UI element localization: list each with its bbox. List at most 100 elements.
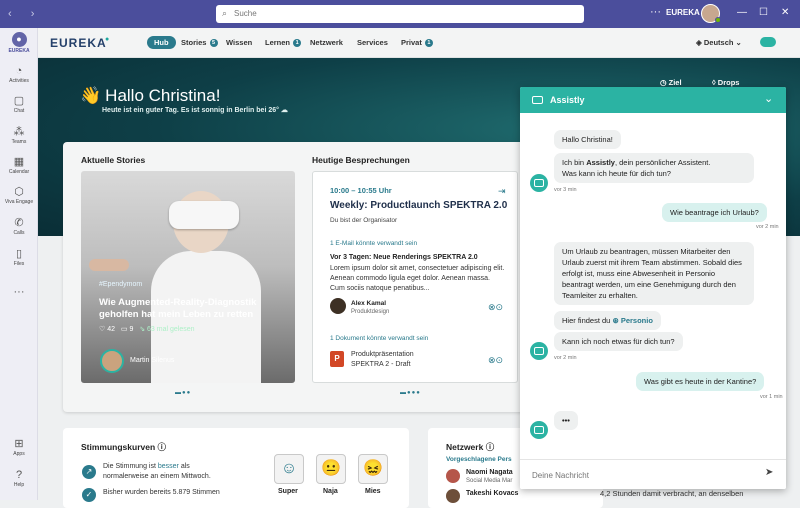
- language-selector[interactable]: ◈ Deutsch ⌄: [696, 38, 742, 47]
- mail-title[interactable]: Vor 3 Tagen: Neue Renderings SPEKTRA 2.0: [330, 254, 478, 261]
- vr-headset-image: [169, 201, 239, 229]
- rail-item-more[interactable]: ···: [0, 286, 38, 299]
- person-role: Social Media Mar: [466, 478, 513, 484]
- bot-message: Ich bin Assistly, dein persönlicher Assi…: [554, 153, 754, 183]
- nav-wissen[interactable]: Wissen: [226, 38, 252, 47]
- send-icon[interactable]: ➤: [765, 467, 773, 478]
- goal-label: Ziel: [668, 78, 682, 87]
- person-name[interactable]: Naomi Nagata: [466, 469, 513, 476]
- timestamp: vor 2 min: [554, 355, 577, 361]
- title-bar: ‹ › ⌕ Suche ··· EUREKA — ☐ ✕: [0, 0, 800, 28]
- rail-label: Activities: [9, 78, 29, 84]
- sender-name[interactable]: Alex Kamal: [351, 300, 386, 307]
- doc-hint[interactable]: 1 Dokument könnte verwandt sein: [330, 335, 428, 342]
- user-message: Wie beantrage ich Urlaub?: [662, 203, 767, 222]
- weather-subtitle: Heute ist ein guter Tag. Es ist sonnig i…: [102, 106, 288, 114]
- nav-badge: 1: [293, 39, 302, 47]
- face-mies-button[interactable]: 😖: [358, 454, 388, 484]
- rail-item-teams[interactable]: ⁂ Teams: [0, 126, 38, 145]
- engage-icon: ⬡: [14, 186, 24, 198]
- doc-name-line2: SPEKTRA 2 - Draft: [351, 361, 411, 368]
- nav-netzwerk[interactable]: Netzwerk: [310, 38, 343, 47]
- sender-avatar[interactable]: [330, 298, 346, 314]
- person-name[interactable]: Takeshi Kovacs: [466, 490, 518, 497]
- bot-message: Um Urlaub zu beantragen, müssen Mitarbei…: [554, 242, 754, 305]
- rail-item-eureka[interactable]: ● EUREKA: [0, 32, 38, 54]
- nav-hub[interactable]: Hub: [147, 36, 176, 49]
- rail-item-help[interactable]: ? Help: [0, 469, 38, 488]
- bot-message: Hier findest du ⊛ Personio: [554, 311, 661, 330]
- rail-item-apps[interactable]: ⊞ Apps: [0, 438, 38, 457]
- search-placeholder: Suche: [234, 9, 257, 18]
- nav-label: Lernen: [265, 38, 291, 47]
- assistant-panel: Assistly ⌄ Hallo Christina! Ich bin Assi…: [520, 87, 786, 489]
- rail-label: Viva Engage: [4, 199, 34, 205]
- stories-title: Aktuelle Stories: [81, 155, 146, 165]
- face-naja-button[interactable]: 😐: [316, 454, 346, 484]
- personio-link[interactable]: ⊛ Personio: [612, 316, 652, 325]
- rail-item-viva-engage[interactable]: ⬡ Viva Engage: [0, 186, 38, 205]
- trend-up-icon: ↗: [82, 465, 96, 479]
- doc-actions: ⊗⊙: [488, 355, 503, 366]
- info-icon[interactable]: ⓘ: [158, 442, 167, 452]
- face-super-button[interactable]: ☺: [274, 454, 304, 484]
- network-subtitle[interactable]: Vorgeschlagene Pers: [446, 456, 512, 463]
- dismiss-icon[interactable]: ⊗: [488, 355, 496, 365]
- confirm-icon[interactable]: ⊙: [496, 302, 504, 312]
- maximize-icon[interactable]: ☐: [759, 7, 768, 18]
- user-avatar[interactable]: [701, 4, 721, 23]
- chevron-down-icon[interactable]: ⌄: [764, 92, 773, 105]
- phone-icon: ✆: [14, 217, 24, 229]
- nav-lernen[interactable]: Lernen 1: [265, 38, 302, 47]
- dismiss-icon[interactable]: ⊗: [488, 302, 496, 312]
- message-input[interactable]: [532, 468, 742, 482]
- weather-icon: ☁: [280, 107, 288, 114]
- stories-pager[interactable]: ▬●●: [175, 390, 191, 396]
- nav-badge: 5: [209, 39, 218, 47]
- nav-stories[interactable]: Stories 5: [181, 38, 218, 47]
- story-stats: ♡ 42 ▭ 9 ⇘ 63 mal gelesen: [99, 325, 195, 333]
- mood-title: Stimmungskurven ⓘ: [81, 441, 166, 453]
- nav-privat[interactable]: Privat 1: [401, 38, 433, 47]
- person-avatar[interactable]: [446, 469, 460, 483]
- drop-icon: ●: [105, 36, 110, 43]
- info-icon[interactable]: ⓘ: [486, 442, 495, 452]
- mail-hint[interactable]: 1 E-Mail könnte verwandt sein: [330, 240, 417, 247]
- meeting-title[interactable]: Weekly: Productlaunch SPEKTRA 2.0: [330, 200, 507, 211]
- search-input[interactable]: ⌕ Suche: [216, 5, 584, 23]
- rail-label: Calls: [13, 230, 25, 236]
- story-author[interactable]: Martin Silenus: [130, 357, 174, 364]
- nav-label: Stories: [181, 38, 207, 47]
- rail-item-calendar[interactable]: ▦ Calendar: [0, 156, 38, 175]
- rail-item-files[interactable]: ▯ Files: [0, 248, 38, 267]
- comment-icon[interactable]: ▭: [121, 326, 128, 333]
- confirm-icon[interactable]: ⊙: [496, 355, 504, 365]
- story-title[interactable]: Wie Augmented-Reality-Diagnostik geholfe…: [99, 297, 269, 321]
- nav-services[interactable]: Services: [357, 38, 388, 47]
- minimize-icon[interactable]: —: [737, 7, 747, 18]
- rail-label: EUREKA: [8, 48, 30, 54]
- goal-link[interactable]: ◷ Ziel: [660, 78, 682, 87]
- story-tag[interactable]: #Ependymom: [99, 281, 142, 288]
- rail-item-activities[interactable]: ◔ Activities: [0, 65, 38, 84]
- chat-icon: ▢: [13, 95, 25, 107]
- person-avatar[interactable]: [446, 489, 460, 503]
- globe-icon: ◈: [696, 38, 704, 47]
- more-icon: ···: [13, 286, 25, 298]
- rail-item-chat[interactable]: ▢ Chat: [0, 95, 38, 114]
- more-icon[interactable]: ···: [650, 6, 661, 18]
- drops-link[interactable]: ◊ Drops: [712, 78, 739, 87]
- meetings-pager[interactable]: ▬●●●: [400, 390, 421, 396]
- votes-text: Bisher wurden bereits 5.879 Stimmen: [103, 489, 220, 496]
- help-icon: ?: [15, 469, 23, 481]
- heart-icon[interactable]: ♡: [99, 326, 105, 333]
- back-forward-icons[interactable]: ‹ ›: [8, 8, 42, 20]
- assistant-toggle-button[interactable]: [760, 37, 776, 47]
- calendar-icon: ▦: [13, 156, 25, 168]
- author-avatar[interactable]: [100, 349, 124, 373]
- join-icon[interactable]: ⇥: [498, 186, 506, 197]
- rail-item-calls[interactable]: ✆ Calls: [0, 217, 38, 236]
- rail-label: Calendar: [8, 169, 30, 175]
- close-icon[interactable]: ✕: [781, 7, 789, 18]
- doc-name[interactable]: Produktpräsentation SPEKTRA 2 - Draft: [351, 350, 414, 370]
